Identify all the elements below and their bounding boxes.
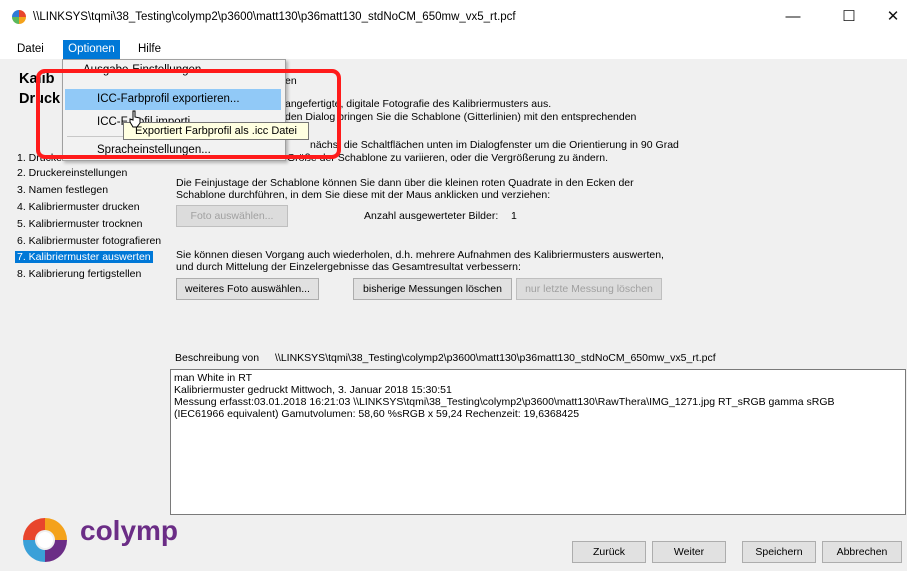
colymp-logo-icon — [19, 514, 71, 566]
menu-hilfe[interactable]: Hilfe — [138, 40, 161, 59]
close-button[interactable]: ✕ — [870, 0, 907, 34]
menu-optionen[interactable]: Optionen — [63, 40, 120, 59]
instruction-p3-line1: Die Feinjustage der Schablone können Sie… — [176, 177, 634, 189]
description-line-2: Kalibriermuster gedruckt Mittwoch, 3. Ja… — [174, 384, 452, 396]
app-logo-icon — [12, 10, 26, 24]
cancel-button[interactable]: Abbrechen — [822, 541, 902, 563]
step-5: 5. Kalibriermuster trocknen — [17, 218, 143, 230]
description-label: Beschreibung von — [175, 352, 260, 364]
save-button[interactable]: Speichern — [742, 541, 816, 563]
instruction-p3-line2: Schablone durchführen, in dem Sie diese … — [176, 189, 551, 201]
more-photo-button[interactable]: weiteres Foto auswählen... — [176, 278, 319, 300]
minimize-button[interactable]: — — [770, 0, 816, 34]
clear-measurements-button[interactable]: bisherige Messungen löschen — [353, 278, 512, 300]
description-path: \\LINKSYS\tqmi\38_Testing\colymp2\p3600\… — [275, 352, 716, 364]
step-7-active: 7. Kalibriermuster auswerten — [15, 251, 153, 263]
instruction-p2-line1: nächst die Schaltflächen unten im Dialog… — [310, 139, 679, 151]
window-title: \\LINKSYS\tqmi\38_Testing\colymp2\p3600\… — [33, 11, 516, 23]
evaluated-count-value: 1 — [511, 210, 517, 222]
step-2: 2. Druckereinstellungen — [17, 167, 128, 179]
description-textbox[interactable]: man White in RT Kalibriermuster gedruckt… — [170, 369, 906, 515]
clear-last-measurement-button[interactable]: nur letzte Messung löschen — [516, 278, 662, 300]
highlight-annotation-box — [36, 69, 341, 159]
evaluated-count-label: Anzahl ausgewerteter Bilder: — [364, 210, 499, 222]
description-line-4: (IEC61966 equivalent) Gamutvolumen: 58,6… — [174, 408, 580, 420]
step-8: 8. Kalibrierung fertigstellen — [17, 268, 142, 280]
menu-datei[interactable]: Datei — [17, 40, 44, 59]
next-button[interactable]: Weiter — [652, 541, 726, 563]
back-button[interactable]: Zurück — [572, 541, 646, 563]
step-6: 6. Kalibriermuster fotografieren — [17, 235, 162, 247]
logo-text: colymp — [80, 515, 179, 546]
select-photo-button[interactable]: Foto auswählen... — [176, 205, 288, 227]
instruction-p4-line1: Sie können diesen Vorgang auch wiederhol… — [176, 249, 664, 261]
description-line-3: Messung erfasst:03.01.2018 16:21:03 \\LI… — [174, 396, 835, 408]
step-4: 4. Kalibriermuster drucken — [17, 201, 140, 213]
menu-bar — [0, 40, 907, 59]
instruction-p4-line2: und durch Mittelung der Einzelergebnisse… — [176, 261, 521, 273]
step-3: 3. Namen festlegen — [17, 184, 109, 196]
maximize-button[interactable]: ☐ — [826, 0, 872, 34]
description-line-1: man White in RT — [174, 372, 252, 384]
